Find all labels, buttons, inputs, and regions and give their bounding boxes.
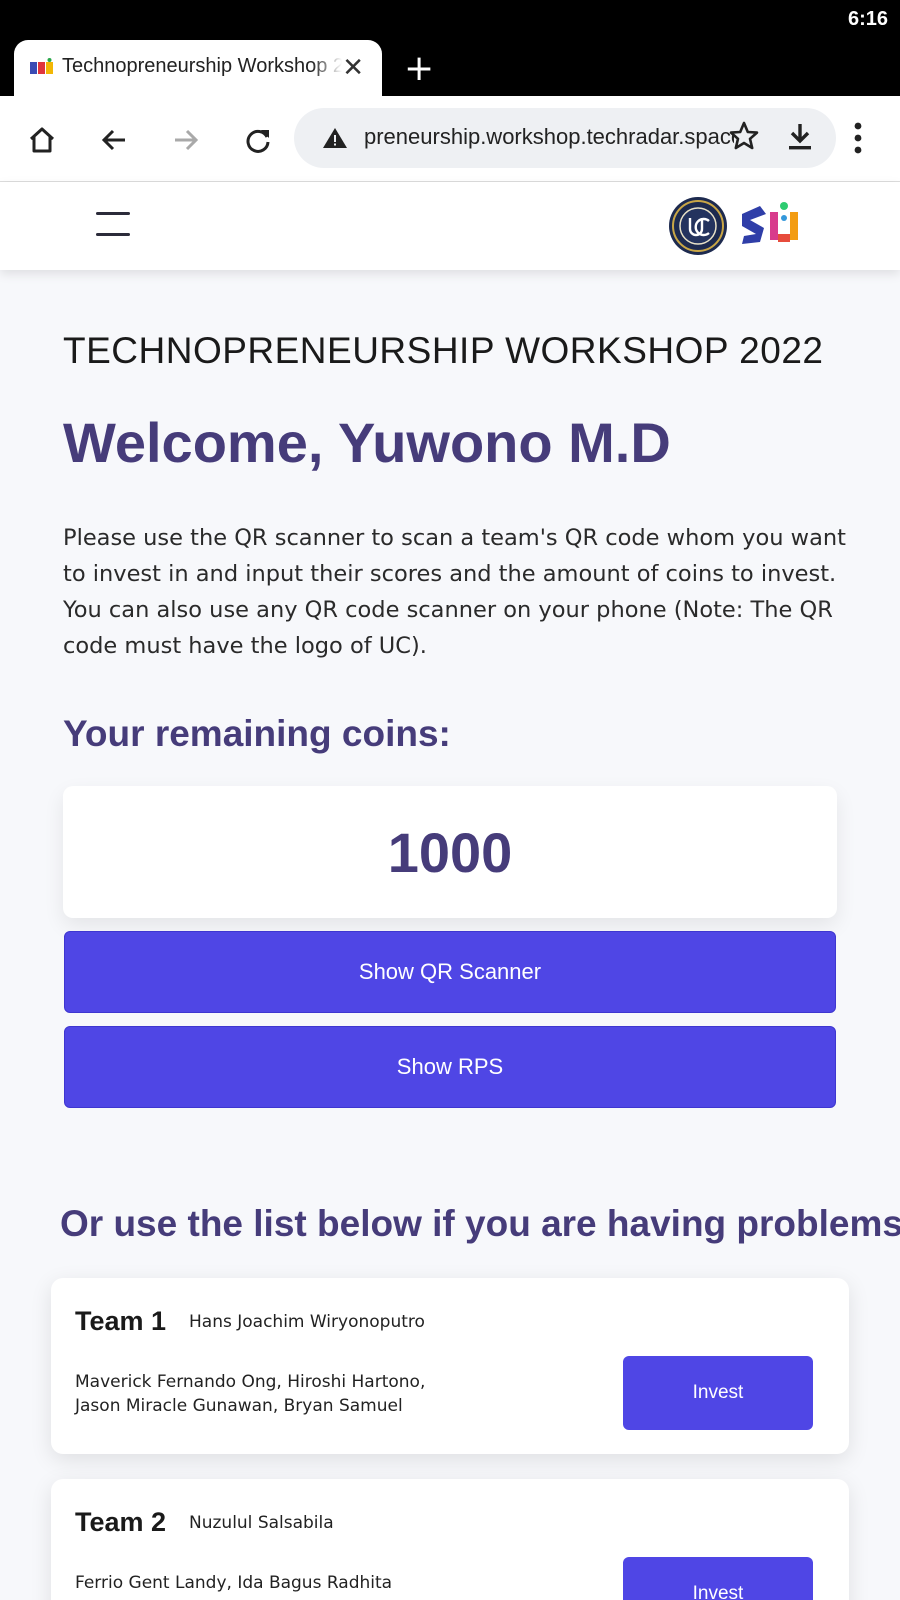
uc-logo xyxy=(669,197,727,255)
status-time: 6:16 xyxy=(847,8,888,30)
address-bar[interactable]: preneurship.workshop.techradar.space xyxy=(294,108,836,168)
welcome-heading: Welcome, Yuwono M.D xyxy=(63,411,671,474)
team-mentor: Hans Joachim Wiryonoputro xyxy=(189,1312,425,1332)
team-mentor: Nuzulul Salsabila xyxy=(189,1513,334,1533)
site-favicon-icon xyxy=(30,58,53,74)
show-qr-scanner-button[interactable]: Show QR Scanner xyxy=(64,931,836,1013)
remaining-coins-heading: Your remaining coins: xyxy=(63,713,451,754)
tab-title: Technopreneurship Workshop 2022 xyxy=(62,55,342,78)
download-icon[interactable] xyxy=(786,122,814,152)
team-name: Team 2 xyxy=(75,1507,167,1537)
site-header xyxy=(0,182,900,270)
url-text[interactable]: preneurship.workshop.techradar.space xyxy=(364,124,734,150)
coins-card: 1000 xyxy=(63,786,837,918)
bookmark-star-icon[interactable] xyxy=(728,120,760,152)
team-card: Team 2 Nuzulul Salsabila Ferrio Gent Lan… xyxy=(51,1479,849,1600)
browser-toolbar: preneurship.workshop.techradar.space xyxy=(0,96,900,182)
instructions-text: Please use the QR scanner to scan a team… xyxy=(63,525,846,659)
home-icon[interactable] xyxy=(22,120,62,160)
tab-strip: Technopreneurship Workshop 2022 ✕ + xyxy=(0,40,900,96)
team-name: Team 1 xyxy=(75,1306,167,1336)
more-options-icon[interactable] xyxy=(854,118,862,158)
browser-tab[interactable]: Technopreneurship Workshop 2022 ✕ xyxy=(14,40,382,96)
hamburger-menu-icon[interactable] xyxy=(96,212,130,238)
team-card: Team 1 Hans Joachim Wiryonoputro Maveric… xyxy=(51,1278,849,1454)
new-tab-icon[interactable]: + xyxy=(404,48,434,89)
close-tab-icon[interactable]: ✕ xyxy=(342,53,364,83)
not-secure-warning-icon[interactable] xyxy=(322,126,348,150)
reload-icon[interactable] xyxy=(238,120,278,160)
back-arrow-icon[interactable] xyxy=(94,120,134,160)
show-rps-button[interactable]: Show RPS xyxy=(64,1026,836,1108)
coins-value: 1000 xyxy=(387,820,513,884)
team-members: Ferrio Gent Landy, Ida Bagus Radhita put… xyxy=(75,1573,393,1600)
su-logo xyxy=(742,202,798,244)
team-members: Maverick Fernando Ong, Hiroshi Hartono, … xyxy=(75,1372,426,1416)
status-bar: 6:16 xyxy=(0,0,900,40)
team-list-heading: Or use the list below if you are having … xyxy=(60,1203,900,1244)
forward-arrow-icon[interactable] xyxy=(166,120,206,160)
event-title: TECHNOPRENEURSHIP WORKSHOP 2022 xyxy=(63,330,824,371)
invest-button[interactable]: Invest xyxy=(623,1356,813,1430)
invest-button[interactable]: Invest xyxy=(623,1557,813,1600)
